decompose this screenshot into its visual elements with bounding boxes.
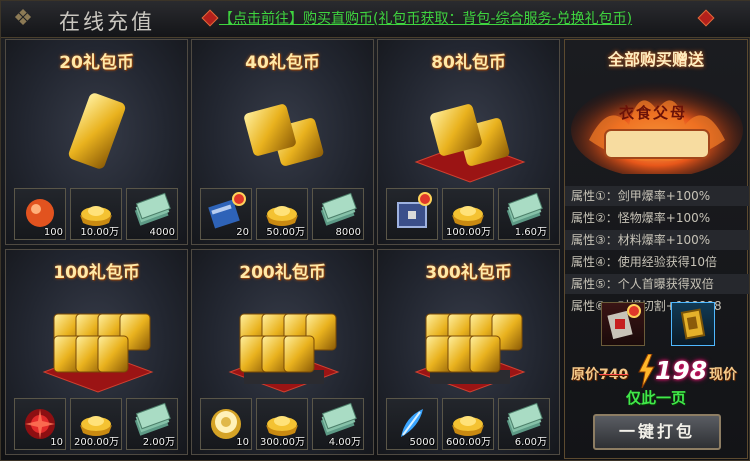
diamond-ornament-icon: [201, 9, 219, 27]
reward-slot[interactable]: 600.00万: [442, 398, 494, 450]
attribute-line: 属性③：材料爆率+100%: [565, 230, 749, 250]
attribute-line: 属性⑤：个人首曝获得双倍: [565, 274, 749, 294]
reward-slot[interactable]: 300.00万: [256, 398, 308, 450]
reward-count: 1.60万: [514, 227, 547, 238]
original-price: 原价740: [571, 367, 629, 383]
diamond-ornament-icon: [697, 9, 715, 27]
reward-count: 20: [236, 227, 249, 238]
pack-title: 100礼包币: [53, 263, 140, 283]
reward-count: 10: [50, 437, 63, 448]
reward-count: 10.00万: [80, 227, 119, 238]
reward-count: 10: [236, 437, 249, 448]
reward-slot[interactable]: 100: [14, 188, 66, 240]
reward-count: 2.00万: [142, 437, 175, 448]
pack-card[interactable]: 200礼包币 10 300.00万 4.00万: [191, 249, 374, 455]
current-price: 198: [655, 356, 708, 385]
reward-slot[interactable]: 50.00万: [256, 188, 308, 240]
attribute-line: 属性⑥：对怪切割+108888: [571, 299, 722, 313]
red-card-icon[interactable]: [601, 302, 645, 346]
pack-card[interactable]: 100礼包币 10 200.00万 2.00万: [5, 249, 188, 455]
attribute-line: 属性④：使用经验获得10倍: [571, 255, 718, 269]
only-this-page-label: 仅此一页: [625, 389, 686, 407]
pack-title: 80礼包币: [431, 53, 506, 73]
window-title: 在线充值: [59, 10, 155, 34]
reward-slot[interactable]: 2.00万: [126, 398, 178, 450]
reward-slot[interactable]: 1.60万: [498, 188, 550, 240]
reward-row: 100 10.00万 4000: [6, 180, 187, 244]
reward-count: 8000: [335, 227, 361, 238]
gold-card-icon[interactable]: [671, 302, 715, 346]
reward-count: 50.00万: [266, 227, 305, 238]
purchase-coin-link[interactable]: 【点击前往】购买直购币(礼包币获取：背包-综合服务-兑换礼包币): [219, 8, 632, 28]
pack-card[interactable]: 300礼包币 5000 600.00万 6.00万: [377, 249, 560, 455]
pack-card[interactable]: 20礼包币 100 10.00万 4000: [5, 39, 188, 245]
current-price-label: 现价: [709, 367, 737, 383]
menu-ornament-icon: ❖: [13, 6, 33, 31]
reward-count: 6.00万: [514, 437, 547, 448]
reward-row: 20 50.00万 8000: [192, 180, 373, 244]
reward-count: 4.00万: [328, 437, 361, 448]
pack-card[interactable]: 40礼包币 20 50.00万 8000: [191, 39, 374, 245]
one-click-pack-button[interactable]: 一键打包: [593, 414, 721, 450]
attribute-line: 属性①：剑甲爆率+100%: [565, 186, 749, 206]
reward-slot[interactable]: 10.00万: [70, 188, 122, 240]
banner-title: 衣食父母: [618, 104, 687, 122]
reward-row: 10 200.00万 2.00万: [6, 390, 187, 454]
reward-count: 100.00万: [446, 227, 491, 238]
reward-slot[interactable]: [386, 188, 438, 240]
reward-slot[interactable]: 20: [200, 188, 252, 240]
pack-card[interactable]: 80礼包币 100.00万 1.60万: [377, 39, 560, 245]
bonus-panel-title: 全部购买赠送: [607, 50, 704, 69]
reward-count: 4000: [149, 227, 175, 238]
reward-slot[interactable]: 4.00万: [312, 398, 364, 450]
pack-title: 20礼包币: [59, 53, 134, 73]
reward-slot[interactable]: 6.00万: [498, 398, 550, 450]
pack-title: 40礼包币: [245, 53, 320, 73]
recharge-window: ❖ 在线充值 【点击前往】购买直购币(礼包币获取：背包-综合服务-兑换礼包币) …: [0, 0, 750, 461]
reward-count: 5000: [409, 437, 435, 448]
reward-count: 200.00万: [74, 437, 119, 448]
reward-count: 600.00万: [446, 437, 491, 448]
pack-title: 300礼包币: [425, 263, 512, 283]
title-bar: ❖ 在线充值 【点击前往】购买直购币(礼包币获取：背包-综合服务-兑换礼包币): [1, 1, 750, 38]
price-row: 原价740 198 现价: [567, 352, 747, 392]
reward-slot[interactable]: 8000: [312, 188, 364, 240]
reward-slot[interactable]: 10: [200, 398, 252, 450]
reward-count: 100: [43, 227, 63, 238]
reward-row: 100.00万 1.60万: [378, 180, 559, 244]
reward-slot[interactable]: 200.00万: [70, 398, 122, 450]
reward-slot[interactable]: 5000: [386, 398, 438, 450]
reward-row: 10 300.00万 4.00万: [192, 390, 373, 454]
reward-count: 300.00万: [260, 437, 305, 448]
reward-slot[interactable]: 100.00万: [442, 188, 494, 240]
reward-slot[interactable]: 10: [14, 398, 66, 450]
bonus-panel: 全部购买赠送 衣食父母 属性①：剑甲爆率+100% 属性②：怪物爆率+100% 属性…: [564, 39, 749, 459]
pack-title: 200礼包币: [239, 263, 326, 283]
reward-row: 5000 600.00万 6.00万: [378, 390, 559, 454]
lightning-icon: [638, 354, 655, 388]
reward-slot[interactable]: 4000: [126, 188, 178, 240]
attribute-line: 属性②：怪物爆率+100%: [571, 211, 711, 225]
